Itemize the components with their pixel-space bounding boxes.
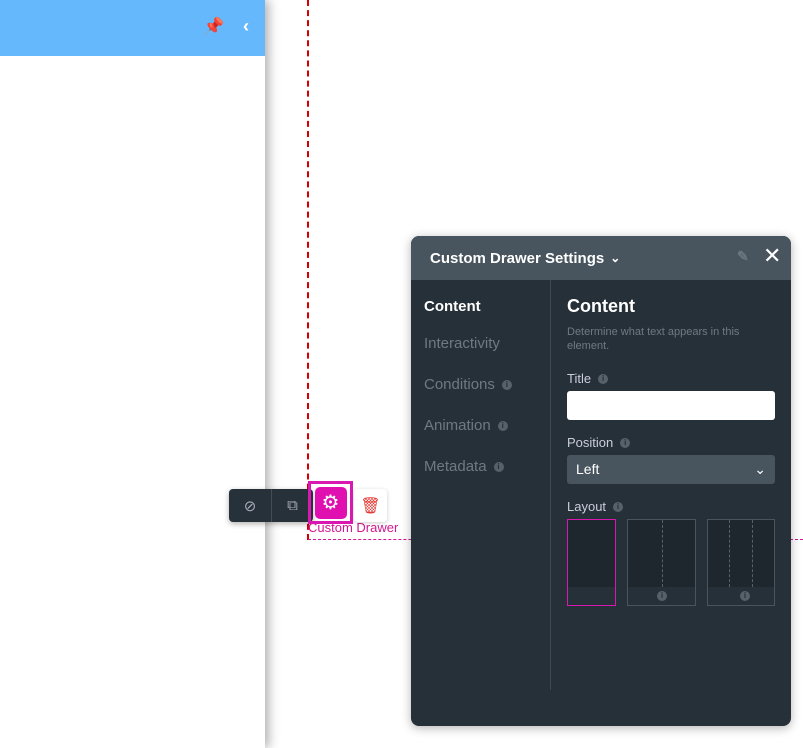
eye-slash-icon: ⊘ <box>243 497 257 515</box>
title-label: Title i <box>567 371 609 386</box>
layout-option-three-column[interactable]: i <box>707 519 775 606</box>
info-icon: i <box>613 502 624 512</box>
layout-option-two-column[interactable]: i <box>627 519 696 606</box>
nav-item-conditions[interactable]: Conditions i <box>424 376 512 393</box>
nav-label: Content <box>424 298 481 315</box>
close-icon[interactable]: ✕ <box>763 243 781 269</box>
nav-label: Animation <box>424 417 491 434</box>
chevron-left-icon[interactable]: ‹ <box>243 16 249 37</box>
section-description: Determine what text appears in this elem… <box>567 326 740 352</box>
trash-icon: 🗑 <box>360 497 381 515</box>
settings-panel: Custom Drawer Settings ⌄ ✎ ✕ Content Inte… <box>411 236 791 726</box>
title-input[interactable] <box>567 391 775 420</box>
gear-icon: ⚙ <box>314 486 347 519</box>
nav-label: Metadata <box>424 458 487 475</box>
panel-title[interactable]: Custom Drawer Settings <box>430 250 604 267</box>
info-icon: i <box>497 421 508 431</box>
chevron-down-icon: ⌄ <box>754 461 766 477</box>
nav-item-interactivity[interactable]: Interactivity <box>424 335 500 352</box>
nav-label: Conditions <box>424 376 495 393</box>
open-button[interactable]: ⧉ <box>271 489 313 522</box>
position-select[interactable]: Left ⌄ <box>567 455 775 484</box>
element-toolbar: ⊘ ⧉ <box>229 489 313 522</box>
nav-label: Interactivity <box>424 335 500 352</box>
nav-item-animation[interactable]: Animation i <box>424 417 508 434</box>
layout-label: Layout i <box>567 499 624 514</box>
info-icon: i <box>620 438 631 448</box>
info-icon: i <box>657 591 667 601</box>
section-heading: Content <box>567 296 635 316</box>
info-icon: i <box>598 374 609 384</box>
element-boundary-vertical <box>307 0 309 540</box>
info-icon: i <box>493 462 504 472</box>
settings-nav: Content Interactivity Conditions i Animat… <box>411 280 551 690</box>
nav-item-content[interactable]: Content <box>424 298 481 315</box>
position-value: Left <box>576 461 600 477</box>
hide-button[interactable]: ⊘ <box>229 489 271 522</box>
settings-button[interactable]: ⚙ <box>308 481 353 524</box>
position-label: Position i <box>567 435 631 450</box>
layout-option-single[interactable] <box>567 519 616 606</box>
left-panel-header: 📌 ‹ <box>0 0 265 56</box>
nav-item-metadata[interactable]: Metadata i <box>424 458 504 475</box>
delete-button[interactable]: 🗑 <box>354 489 387 522</box>
pin-icon[interactable]: ✎ <box>737 248 749 265</box>
left-panel: 📌 ‹ <box>0 0 265 748</box>
chevron-down-icon[interactable]: ⌄ <box>610 251 620 265</box>
panel-header: Custom Drawer Settings ⌄ ✎ ✕ <box>411 236 791 280</box>
info-icon: i <box>501 380 512 390</box>
info-icon: i <box>740 591 750 601</box>
external-link-icon: ⧉ <box>287 497 298 514</box>
pin-icon[interactable]: 📌 <box>203 17 224 37</box>
